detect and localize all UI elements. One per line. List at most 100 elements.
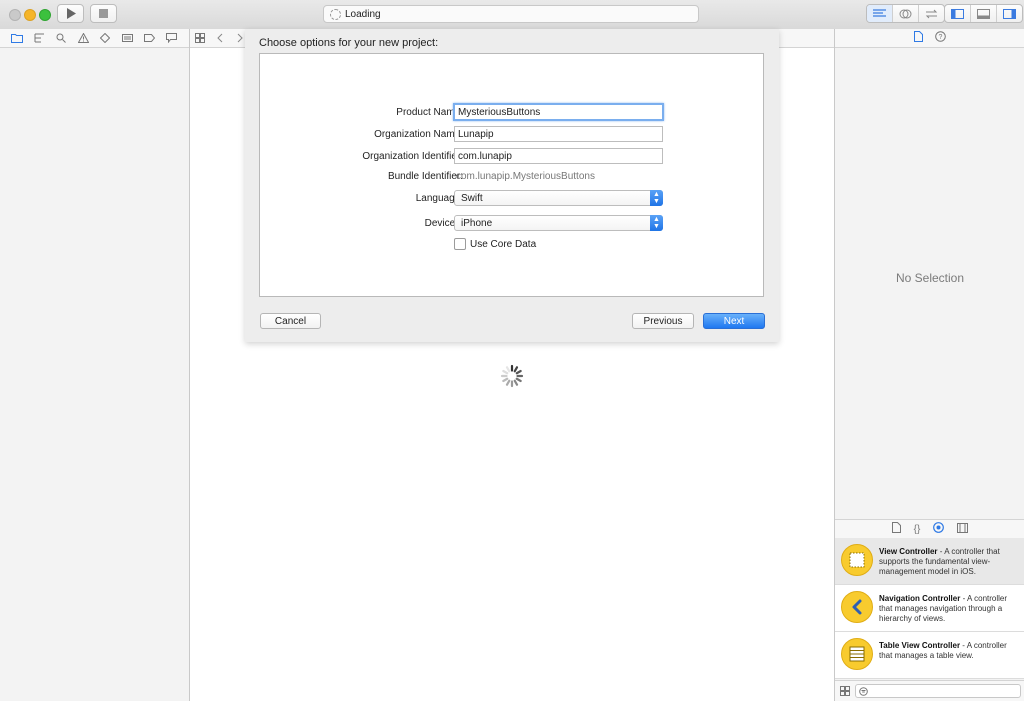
devices-select[interactable]: iPhone ▲ ▼ <box>454 215 663 231</box>
icon-view-toggle[interactable] <box>840 686 850 699</box>
navigator-selector-bar <box>0 29 189 48</box>
devices-row: Devices: iPhone ▲ ▼ <box>260 215 765 233</box>
issue-navigator-tab[interactable] <box>72 33 94 43</box>
find-navigator-tab[interactable] <box>50 33 72 43</box>
previous-button[interactable]: Previous <box>632 313 694 329</box>
editor-mode-segmented-control <box>866 4 945 23</box>
zoom-window-button[interactable] <box>39 9 51 21</box>
library-item-title: Navigation Controller <box>879 594 961 603</box>
film-icon <box>957 522 969 533</box>
organization-identifier-row: Organization Identifier: <box>260 148 765 166</box>
assistant-editor-button[interactable] <box>893 5 919 22</box>
next-button[interactable]: Next <box>703 313 765 329</box>
library-filter-bar <box>835 680 1024 701</box>
version-editor-icon <box>925 9 938 18</box>
search-icon <box>56 33 66 43</box>
quick-help-tab[interactable]: ? <box>935 31 946 45</box>
hierarchy-icon <box>34 33 44 43</box>
navigator-pane <box>0 29 190 701</box>
organization-identifier-input[interactable] <box>454 148 663 164</box>
play-icon <box>66 8 76 19</box>
library-item-text: Table View Controller - A controller tha… <box>879 641 1019 661</box>
braces-icon: {} <box>913 523 921 535</box>
organization-name-row: Organization Name: <box>260 126 765 144</box>
bundle-identifier-value: com.lunapip.MysteriousButtons <box>456 171 595 182</box>
status-text: Loading <box>345 8 381 20</box>
debug-navigator-tab[interactable] <box>116 33 138 43</box>
library-item-navigation-controller[interactable]: Navigation Controller - A controller tha… <box>835 585 1024 632</box>
speech-bubble-icon <box>165 33 177 43</box>
loading-spinner-icon <box>500 364 524 388</box>
project-navigator-tab[interactable] <box>6 33 28 43</box>
devices-selected-value: iPhone <box>461 218 493 229</box>
warning-icon <box>77 33 89 43</box>
organization-name-input[interactable] <box>454 126 663 142</box>
view-toggle-segmented-control <box>944 4 1023 23</box>
view-controller-icon <box>841 544 873 576</box>
navigator-panel-icon <box>951 8 964 19</box>
report-navigator-tab[interactable] <box>160 33 182 43</box>
library-item-text: View Controller - A controller that supp… <box>879 547 1019 577</box>
organization-identifier-label: Organization Identifier: <box>362 151 463 162</box>
product-name-input[interactable] <box>453 103 664 121</box>
related-items-button[interactable] <box>190 33 210 43</box>
inspector-selector-bar: ? <box>835 29 1024 48</box>
code-snippet-library-tab[interactable]: {} <box>914 524 921 535</box>
language-selected-value: Swift <box>461 193 483 204</box>
close-window-button[interactable] <box>9 9 21 21</box>
grid-icon <box>195 33 205 43</box>
stop-button[interactable] <box>90 4 117 23</box>
go-back-button[interactable] <box>210 33 230 43</box>
toolbar: Loading <box>0 0 1024 30</box>
project-options-panel: Product Name: Organization Name: Organiz… <box>259 53 764 297</box>
use-core-data-checkbox[interactable] <box>454 238 466 250</box>
language-row: Language: Swift ▲ ▼ <box>260 190 765 208</box>
debug-panel-icon <box>977 8 990 19</box>
cancel-button[interactable]: Cancel <box>260 313 321 329</box>
diamond-icon <box>100 33 110 43</box>
chevron-right-icon <box>237 33 243 43</box>
library-selector-bar: {} <box>835 519 1024 539</box>
xcode-window: Loading Choose options for your new proj… <box>0 0 1024 701</box>
symbol-navigator-tab[interactable] <box>28 33 50 43</box>
file-inspector-tab[interactable] <box>914 31 923 45</box>
popup-arrows-icon: ▲ ▼ <box>650 215 663 231</box>
sheet-title: Choose options for your new project: <box>259 37 439 49</box>
breakpoint-icon <box>143 34 155 42</box>
run-button[interactable] <box>57 4 84 23</box>
toggle-debug-area-button[interactable] <box>971 5 997 22</box>
document-icon <box>914 31 923 42</box>
gauge-icon <box>121 34 133 42</box>
utilities-panel-icon <box>1003 8 1016 19</box>
organization-name-label: Organization Name: <box>374 129 463 140</box>
minimize-window-button[interactable] <box>24 9 36 21</box>
product-name-row: Product Name: <box>260 103 765 122</box>
toggle-utilities-button[interactable] <box>997 5 1022 22</box>
toggle-navigator-button[interactable] <box>945 5 971 22</box>
breakpoint-navigator-tab[interactable] <box>138 34 160 42</box>
test-navigator-tab[interactable] <box>94 33 116 43</box>
object-library-tab[interactable] <box>933 522 945 536</box>
library-item-title: Table View Controller <box>879 641 961 650</box>
library-item-title: View Controller <box>879 547 938 556</box>
media-library-tab[interactable] <box>957 522 969 536</box>
language-select[interactable]: Swift ▲ ▼ <box>454 190 663 206</box>
document-icon <box>891 522 901 533</box>
activity-status-field: Loading <box>323 5 699 23</box>
version-editor-button[interactable] <box>919 5 944 22</box>
library-item-table-view-controller[interactable]: Table View Controller - A controller tha… <box>835 632 1024 679</box>
popup-arrows-icon: ▲ ▼ <box>650 190 663 206</box>
filter-icon <box>859 687 868 696</box>
folder-icon <box>11 34 23 43</box>
use-core-data-row[interactable]: Use Core Data <box>454 238 536 250</box>
use-core-data-label: Use Core Data <box>470 238 537 250</box>
svg-text:?: ? <box>939 34 943 41</box>
standard-editor-button[interactable] <box>867 5 893 22</box>
bundle-identifier-label: Bundle Identifier: <box>387 171 463 182</box>
library-item-view-controller[interactable]: View Controller - A controller that supp… <box>835 538 1024 585</box>
table-view-controller-icon <box>841 638 873 670</box>
file-template-library-tab[interactable] <box>891 522 901 536</box>
loading-spinner-icon <box>330 8 341 20</box>
new-project-sheet: Choose options for your new project: Pro… <box>245 29 779 342</box>
library-filter-input[interactable] <box>855 684 1021 698</box>
